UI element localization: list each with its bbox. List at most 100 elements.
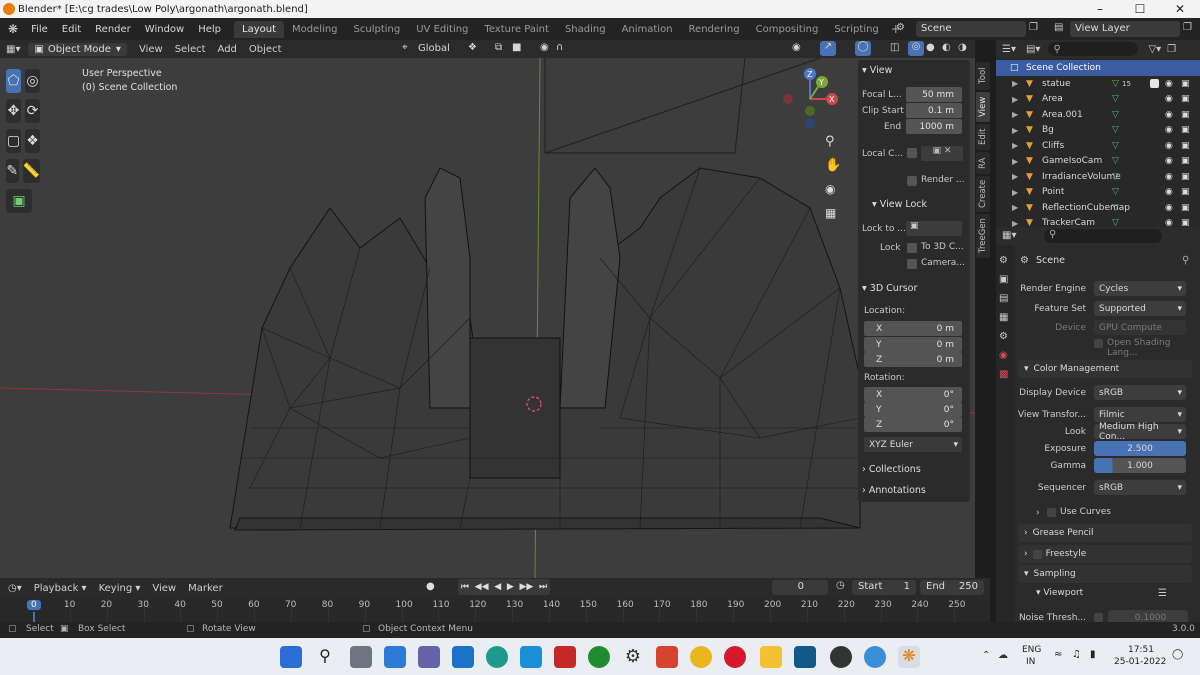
transform-icon[interactable]: ❖ xyxy=(25,129,40,153)
obs-icon[interactable] xyxy=(830,646,852,668)
view-layer-icon[interactable]: ▤ xyxy=(1054,22,1063,33)
outliner-item-reflectioncubemap[interactable]: ▶ ▼ ReflectionCubemap ▽ ◉ ▣ xyxy=(996,200,1200,216)
timeline-menu-keying[interactable]: Keying ▾ xyxy=(93,583,147,594)
playhead[interactable] xyxy=(33,612,35,622)
exclude-checkbox[interactable] xyxy=(1150,79,1159,88)
next-keyframe-icon[interactable]: ▶▶ xyxy=(519,582,533,592)
expand-chevron-icon[interactable]: ▶ xyxy=(1012,172,1018,181)
rotation-mode-dropdown[interactable]: XYZ Euler ▾ xyxy=(864,437,962,452)
3d-viewport[interactable]: User Perspective (0) Scene Collection Z … xyxy=(0,58,975,578)
ortho-toggle-icon[interactable]: ▦ xyxy=(825,206,836,220)
current-frame-field[interactable]: 0 xyxy=(772,580,828,595)
antivirus-icon[interactable] xyxy=(554,646,576,668)
render-camera-icon[interactable]: ▣ xyxy=(1181,125,1190,135)
view-lock-header[interactable]: ▾ View Lock xyxy=(872,199,927,210)
lang-line1[interactable]: ENG xyxy=(1022,645,1041,655)
expand-chevron-icon[interactable]: ▶ xyxy=(1012,79,1018,88)
outliner-item-gameisocam[interactable]: ▶ ▼ GameIsoCam ▽ ◉ ▣ xyxy=(996,154,1200,170)
output-tab-icon[interactable]: ▤ xyxy=(999,293,1014,304)
noise-threshold-checkbox[interactable] xyxy=(1094,613,1103,622)
jump-start-icon[interactable]: ⏮ xyxy=(461,582,469,592)
clip-end-field[interactable]: 1000 m xyxy=(906,119,962,134)
visibility-eye-icon[interactable]: ◉ xyxy=(1165,110,1173,120)
pin-icon[interactable]: ⚲ xyxy=(1182,255,1189,266)
visibility-eye-icon[interactable]: ◉ xyxy=(1165,141,1173,151)
orientation-selector[interactable]: Global xyxy=(418,43,450,54)
visibility-eye-icon[interactable]: ◉ xyxy=(1165,156,1173,166)
scene-selector[interactable]: Scene xyxy=(916,21,1026,37)
tab-sculpting[interactable]: Sculpting xyxy=(346,21,409,38)
teams-icon[interactable] xyxy=(418,646,440,668)
shading-material-icon[interactable]: ◐ xyxy=(942,42,951,53)
outliner-item-area-001[interactable]: ▶ ▼ Area.001 ▽ ◉ ▣ xyxy=(996,107,1200,123)
gizmo-toggle-icon[interactable]: ↗ xyxy=(820,41,836,56)
visibility-eye-icon[interactable]: ◉ xyxy=(1165,187,1173,197)
sampling-header[interactable]: ▾ Sampling xyxy=(1018,565,1192,583)
menu-window[interactable]: Window xyxy=(138,24,191,35)
visibility-eye-icon[interactable]: ◉ xyxy=(1165,125,1173,135)
cursor-location-z[interactable]: Z 0 m xyxy=(864,352,962,367)
clock-time[interactable]: 17:51 xyxy=(1128,645,1154,655)
expand-chevron-icon[interactable]: ▶ xyxy=(1012,141,1018,150)
pan-hand-icon[interactable]: ✋ xyxy=(825,158,841,173)
outliner-item-area[interactable]: ▶ ▼ Area ▽ ◉ ▣ xyxy=(996,92,1200,108)
tab-view[interactable]: View xyxy=(976,92,990,122)
tab-create[interactable]: Create xyxy=(976,176,990,212)
wifi-icon[interactable]: ≈ xyxy=(1054,649,1062,660)
timeline-editor-icon[interactable]: ◷▾ xyxy=(8,583,22,594)
look-dropdown[interactable]: Medium High Con... ▾ xyxy=(1094,422,1186,442)
cursor-location-x[interactable]: X 0 m xyxy=(864,321,962,336)
notification-icon[interactable]: ◯ xyxy=(1172,649,1183,660)
render-region-checkbox[interactable] xyxy=(907,176,917,186)
freestyle-checkbox[interactable] xyxy=(1032,549,1042,559)
snap-target-icon[interactable]: ■ xyxy=(512,42,521,53)
timeline-menu-marker[interactable]: Marker xyxy=(182,583,229,594)
select-box-icon[interactable]: ⬠ xyxy=(6,69,21,93)
render-camera-icon[interactable]: ▣ xyxy=(1181,172,1190,182)
new-collection-icon[interactable]: ❐ xyxy=(1167,44,1176,55)
menu-render[interactable]: Render xyxy=(88,24,138,35)
mail-icon[interactable] xyxy=(452,646,474,668)
shading-solid-icon[interactable]: ● xyxy=(926,42,935,53)
downloads-icon[interactable] xyxy=(794,646,816,668)
play-icon[interactable]: ▶ xyxy=(507,582,514,592)
outliner-item-irradiancevolume[interactable]: ▶ ▼ IrradianceVolume ▽ ◉ ▣ xyxy=(996,169,1200,185)
view-layer-selector[interactable]: View Layer xyxy=(1070,21,1180,37)
mode-selector[interactable]: ▣ Object Mode ▾ xyxy=(28,42,127,56)
globe-app-icon[interactable] xyxy=(864,646,886,668)
menu-file[interactable]: File xyxy=(24,24,55,35)
render-tab-icon[interactable]: ▣ xyxy=(999,274,1014,285)
timeline-menu-view[interactable]: View xyxy=(146,583,182,594)
expand-chevron-icon[interactable]: ▶ xyxy=(1012,126,1018,135)
office-icon[interactable] xyxy=(656,646,678,668)
render-camera-icon[interactable]: ▣ xyxy=(1181,203,1190,213)
cursor-panel-header[interactable]: ▾ 3D Cursor xyxy=(862,283,917,294)
new-view-layer-icon[interactable]: ❐ xyxy=(1183,22,1192,33)
settings-icon[interactable]: ⚙ xyxy=(622,646,644,668)
jump-end-icon[interactable]: ⏭ xyxy=(539,582,547,592)
tab-texture-paint[interactable]: Texture Paint xyxy=(476,21,557,38)
widgets-icon[interactable] xyxy=(384,646,406,668)
sequencer-dropdown[interactable]: sRGB ▾ xyxy=(1094,480,1186,495)
minimize-icon[interactable]: – xyxy=(1080,0,1120,18)
task-view-icon[interactable] xyxy=(350,646,372,668)
zoom-icon[interactable]: ⚲ xyxy=(825,134,835,149)
record-icon[interactable]: ● xyxy=(426,581,435,592)
display-device-dropdown[interactable]: sRGB ▾ xyxy=(1094,385,1186,400)
color-management-header[interactable]: ▾ Color Management xyxy=(1018,360,1192,378)
menu-help[interactable]: Help xyxy=(191,24,228,35)
navigation-gizmo[interactable]: Z X Y xyxy=(780,66,840,136)
scene-icon[interactable]: ⚙ xyxy=(896,22,905,33)
freestyle-header[interactable]: › Freestyle xyxy=(1018,545,1192,563)
annotate-icon[interactable]: ✎ xyxy=(6,159,19,183)
cursor-location-y[interactable]: Y 0 m xyxy=(864,337,962,352)
prev-keyframe-icon[interactable]: ◀◀ xyxy=(475,582,489,592)
blender-taskbar-icon[interactable]: ❋ xyxy=(898,646,920,668)
exposure-slider[interactable]: 2.500 xyxy=(1094,441,1186,456)
feature-set-dropdown[interactable]: Supported ▾ xyxy=(1094,301,1186,316)
local-camera-checkbox[interactable] xyxy=(907,148,917,158)
transform-orientation-icon[interactable]: ⌖ xyxy=(402,42,408,53)
properties-search[interactable]: ⚲ xyxy=(1044,229,1162,243)
tab-uv-editing[interactable]: UV Editing xyxy=(408,21,476,38)
outliner-item-point[interactable]: ▶ ▼ Point ▽ ◉ ▣ xyxy=(996,185,1200,201)
